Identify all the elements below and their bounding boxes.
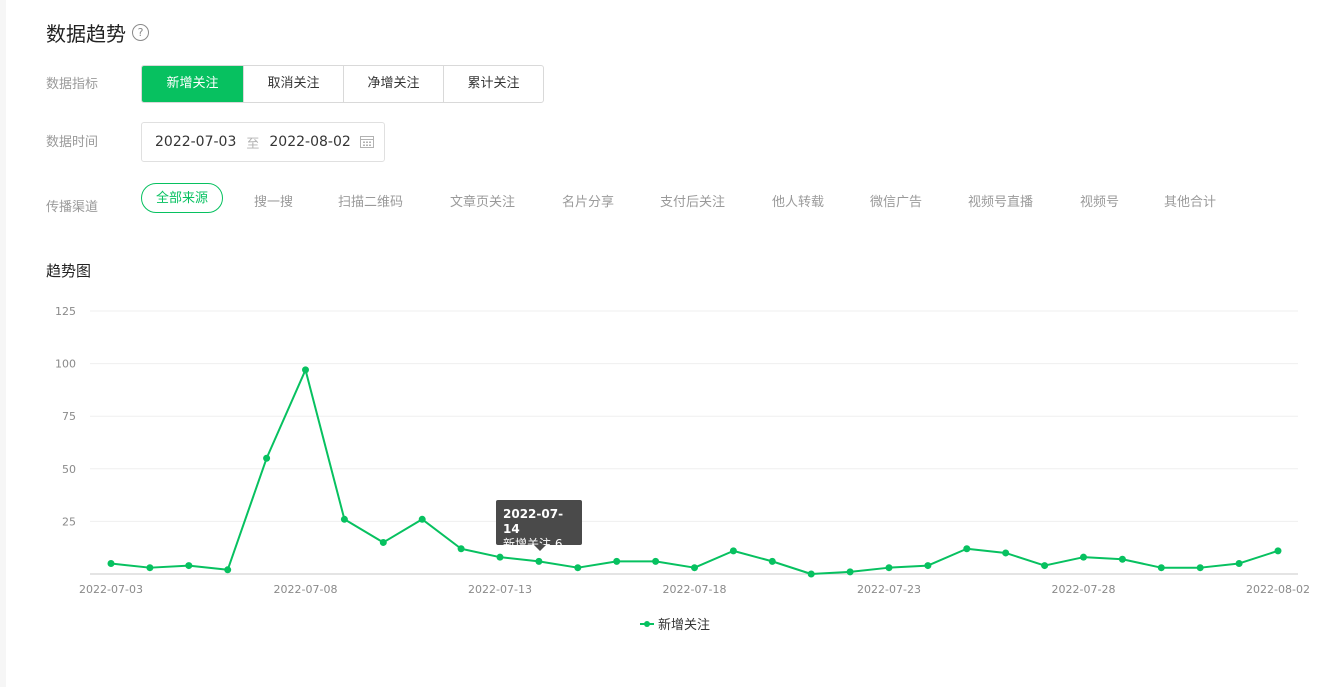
data-point [496,553,504,561]
data-point [652,557,660,565]
data-point [1196,564,1204,572]
data-point [807,570,815,578]
y-tick-label: 75 [62,410,76,423]
data-point [263,454,271,462]
data-point [885,564,893,572]
chart-tooltip: 2022-07-14 新增关注 6 [496,500,582,551]
data-point [340,515,348,523]
data-point [146,564,154,572]
x-tick-label: 2022-07-18 [663,583,727,596]
data-point [1041,562,1049,570]
data-point [1002,549,1010,557]
legend-label: 新增关注 [658,618,711,633]
data-point [729,547,737,555]
series-line [110,368,1279,575]
x-tick-label: 2022-07-28 [1052,583,1116,596]
data-point [379,538,387,546]
x-tick-label: 2022-07-13 [468,583,532,596]
data-point [613,557,621,565]
x-tick-label: 2022-07-03 [79,583,143,596]
y-tick-label: 100 [55,358,76,371]
data-point [107,559,115,567]
data-point [1235,559,1243,567]
data-point [691,564,698,572]
data-point [846,568,854,576]
data-point [924,562,932,570]
data-point [574,564,582,572]
data-point [457,545,465,553]
data-point [963,545,971,553]
tooltip-date: 2022-07-14 [503,507,564,536]
data-point [224,566,232,574]
legend-marker-icon [640,619,654,629]
x-tick-label: 2022-07-23 [857,583,921,596]
y-tick-label: 50 [62,463,76,476]
data-point [1157,564,1165,572]
data-point [1118,555,1126,563]
y-tick-label: 25 [62,515,76,528]
y-tick-label: 125 [55,305,76,318]
data-point [1080,553,1087,561]
data-point [1274,547,1282,555]
tooltip-value: 新增关注 6 [503,537,563,551]
chart-legend[interactable]: 新增关注 [640,614,710,633]
data-point [535,557,543,565]
x-tick-label: 2022-07-08 [274,583,338,596]
data-point [418,515,426,523]
data-point [185,562,193,570]
trend-chart: 25 50 75 100 125 2022-07-03 2022-07-08 2022-07-… [55,305,1310,596]
data-point [768,557,776,565]
x-tick-label: 2022-08-02 [1246,583,1310,596]
data-point [302,366,309,374]
